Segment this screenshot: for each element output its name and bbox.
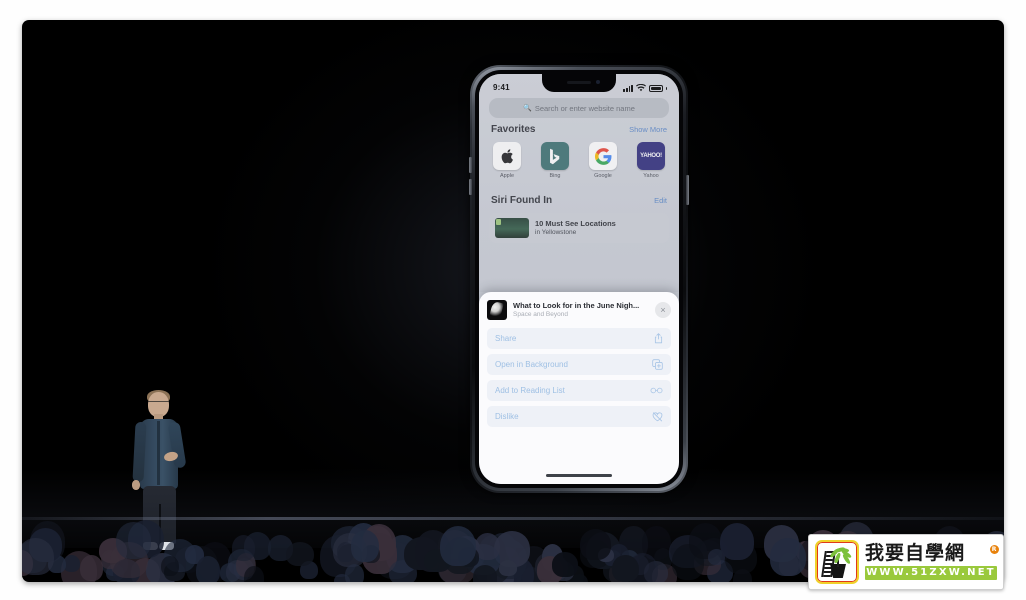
notch — [542, 74, 616, 92]
search-input[interactable]: 🔍 Search or enter website name — [489, 98, 669, 118]
action-row-dislike[interactable]: Dislike — [487, 406, 671, 427]
battery-icon — [648, 84, 663, 92]
search-icon: 🔍 — [523, 105, 532, 112]
siri-found-in-header: Siri Found In Edit — [479, 195, 679, 206]
article-thumbnail-icon — [487, 300, 507, 320]
audience-silhouette — [770, 538, 807, 576]
side-button[interactable] — [686, 175, 689, 205]
context-action-sheet: What to Look for in the June Nigh... Spa… — [479, 292, 679, 484]
siri-suggestion-card[interactable]: 10 Must See Locations in Yellowstone — [489, 213, 669, 243]
suggestion-subtitle: in Yellowstone — [535, 228, 577, 236]
action-row-share[interactable]: Share — [487, 328, 671, 349]
presenter-shirt-placket — [157, 421, 160, 485]
volume-up-button[interactable] — [469, 157, 472, 173]
preview-texts: What to Look for in the June Nigh... Spa… — [513, 301, 649, 319]
presenter-left-hand — [132, 480, 140, 490]
status-bar-time: 9:41 — [493, 83, 510, 92]
cellular-signal-icon — [623, 84, 633, 92]
audience-silhouette — [244, 566, 265, 582]
home-indicator[interactable] — [546, 474, 612, 477]
favorites-header: Favorites Show More — [479, 124, 679, 135]
registered-trademark-icon: R — [990, 544, 999, 554]
iphone-x-mockup: Favorites Show More Apple Bing Google YA… — [464, 61, 694, 501]
favorite-label: Yahoo — [643, 173, 659, 179]
suggestion-thumbnail-icon — [495, 218, 529, 238]
action-label: Add to Reading List — [495, 386, 565, 395]
yahoo-wordmark: YAHOO! — [640, 153, 662, 159]
reading-list-glasses-icon — [650, 387, 663, 394]
audience-silhouette — [345, 564, 365, 582]
edit-link[interactable]: Edit — [654, 196, 667, 205]
audience-silhouette — [719, 523, 754, 561]
audience-silhouette — [612, 555, 640, 582]
siri-found-in-title: Siri Found In — [491, 195, 553, 206]
audience-silhouette — [439, 526, 476, 567]
audience-silhouette — [472, 565, 498, 582]
audience-silhouette — [579, 529, 611, 561]
google-logo-icon — [589, 142, 617, 170]
action-row-add-to-reading-list[interactable]: Add to Reading List — [487, 380, 671, 401]
audience-silhouette — [285, 542, 314, 567]
audience-silhouette — [231, 535, 255, 562]
wifi-icon — [635, 84, 646, 92]
preview-title: What to Look for in the June Nigh... — [513, 300, 640, 310]
front-camera-icon — [596, 80, 600, 84]
favorite-label: Google — [594, 173, 612, 179]
search-placeholder: Search or enter website name — [534, 103, 635, 113]
show-more-link[interactable]: Show More — [629, 125, 667, 134]
audience-silhouette — [22, 537, 54, 576]
glasses-icon — [148, 401, 169, 405]
watermark-url: WWW.51ZXW.NET — [865, 566, 997, 581]
phone-screen: Favorites Show More Apple Bing Google YA… — [479, 74, 679, 484]
sheet-preview-header[interactable]: What to Look for in the June Nigh... Spa… — [479, 292, 679, 328]
heart-slash-icon — [652, 411, 663, 422]
favorite-label: Bing — [549, 173, 561, 179]
battery-tip — [665, 86, 667, 90]
action-list: Share Open in Background Add to Reading … — [479, 328, 679, 427]
earpiece-speaker-icon — [567, 81, 591, 84]
audience-silhouette — [672, 543, 705, 580]
favorite-label: Apple — [499, 173, 515, 179]
apple-logo-icon — [493, 142, 521, 170]
favorites-title: Favorites — [491, 124, 536, 135]
favorite-item-yahoo[interactable]: YAHOO! Yahoo — [637, 142, 665, 179]
preview-source: Space and Beyond — [513, 310, 568, 318]
audience-silhouette — [195, 555, 221, 582]
action-row-open-in-background[interactable]: Open in Background — [487, 354, 671, 375]
action-label: Dislike — [495, 412, 519, 421]
audience-silhouette — [552, 552, 578, 577]
plant-ladder-logo-icon — [815, 540, 859, 584]
favorite-item-google[interactable]: Google — [589, 142, 617, 179]
screenshot-page: Favorites Show More Apple Bing Google YA… — [0, 0, 1026, 600]
action-label: Open in Background — [495, 360, 568, 369]
volume-down-button[interactable] — [469, 179, 472, 195]
audience-silhouette — [351, 530, 379, 562]
suggestion-title: 10 Must See Locations — [535, 219, 616, 229]
share-icon — [654, 333, 663, 344]
status-bar-indicators — [623, 84, 667, 92]
watermark-brand-text: 我要自學網 — [865, 541, 966, 564]
watermark: 我要自學網 R WWW.51ZXW.NET — [808, 534, 1004, 590]
audience-silhouette — [161, 555, 179, 577]
favorites-row: Apple Bing Google YAHOO! Yahoo — [479, 142, 679, 179]
yahoo-logo-icon: YAHOO! — [637, 142, 665, 170]
open-in-background-icon — [652, 359, 663, 370]
bing-logo-icon — [541, 142, 569, 170]
suggestion-texts: 10 Must See Locations in Yellowstone — [535, 219, 616, 237]
audience-silhouette — [498, 560, 518, 577]
action-label: Share — [495, 334, 517, 343]
audience-silhouette — [115, 522, 151, 560]
keynote-video-frame: Favorites Show More Apple Bing Google YA… — [22, 20, 1004, 582]
watermark-text-block: 我要自學網 R WWW.51ZXW.NET — [859, 541, 999, 581]
watermark-brand: 我要自學網 R — [865, 541, 999, 564]
favorite-item-bing[interactable]: Bing — [541, 142, 569, 179]
audience-silhouette — [80, 554, 103, 582]
favorite-item-apple[interactable]: Apple — [493, 142, 521, 179]
close-icon[interactable]: × — [655, 302, 671, 318]
